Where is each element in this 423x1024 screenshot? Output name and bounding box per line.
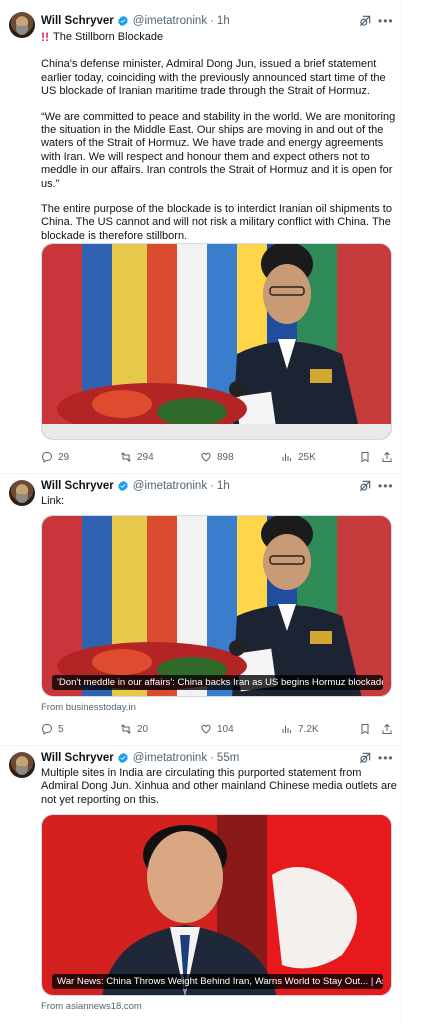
avatar[interactable] [9,12,35,38]
link-card-title: War News: China Throws Weight Behind Ira… [52,974,383,989]
repost-button[interactable]: 294 [120,449,154,465]
avatar[interactable] [9,752,35,778]
tweet-actions: 5 20 104 7.2K [41,721,397,737]
reply-button[interactable]: 5 [41,721,64,737]
heart-icon [201,724,211,734]
photo-chinese-leader [42,815,391,995]
tweet-paragraph: China's defense minister, Admiral Dong J… [41,58,386,98]
author-name[interactable]: Will Schryver [41,480,114,492]
share-button[interactable] [381,721,393,737]
verified-badge-icon [118,752,128,764]
reply-icon [41,724,52,735]
grok-icon[interactable] [358,751,372,765]
repost-button[interactable]: 20 [120,721,148,737]
timestamp[interactable]: 1h [217,480,230,492]
timestamp[interactable]: 55m [217,752,239,764]
tweet-header: Will Schryver @imetatronink · 1h [41,15,230,27]
author-handle[interactable]: @imetatronink [133,480,207,492]
like-button[interactable]: 898 [200,449,234,465]
like-count: 898 [217,451,234,463]
avatar[interactable] [9,480,35,506]
verified-badge-icon [118,480,128,492]
link-card-title: 'Don't meddle in our affairs': China bac… [52,675,383,690]
repost-icon [121,452,131,462]
tweet-text: Link: [41,495,65,507]
tweet-paragraph: “We are committed to peace and stability… [41,110,396,190]
author-name[interactable]: Will Schryver [41,752,114,764]
timestamp[interactable]: 1h [217,15,230,27]
tweet-photo[interactable] [41,243,392,440]
bookmark-button[interactable] [359,449,371,465]
tweet[interactable]: Will Schryver @imetatronink · 1h ••• !! … [0,0,402,474]
tweet-header: Will Schryver @imetatronink · 55m [41,752,240,764]
verified-badge-icon [118,15,128,27]
views-count: 25K [298,451,316,463]
tweet-actions: 29 294 898 25K [41,449,397,465]
link-card[interactable]: War News: China Throws Weight Behind Ira… [41,814,392,996]
more-options-icon[interactable]: ••• [378,14,394,28]
link-card[interactable]: 'Don't meddle in our affairs': China bac… [41,515,392,697]
tweet[interactable]: Will Schryver @imetatronink · 1h ••• Lin… [0,474,402,746]
scrollbar[interactable] [402,0,423,1024]
more-options-icon[interactable]: ••• [378,479,394,493]
bookmark-icon [361,452,369,463]
tweet-paragraph: The entire purpose of the blockade is to… [41,203,392,242]
author-name[interactable]: Will Schryver [41,15,114,27]
share-icon [382,723,392,734]
reply-icon [41,452,52,463]
author-handle[interactable]: @imetatronink [133,752,207,764]
photo-defense-minister [42,516,391,696]
share-button[interactable] [381,449,393,465]
double-exclamation-icon: !! [41,30,49,44]
tweet-header: Will Schryver @imetatronink · 1h [41,480,230,492]
share-icon [382,451,392,462]
reply-count: 29 [58,451,70,463]
repost-icon [121,724,131,734]
bookmark-icon [361,724,369,735]
bookmark-button[interactable] [359,721,371,737]
reply-button[interactable]: 29 [41,449,69,465]
heart-icon [201,452,211,462]
views-chart-icon [282,453,291,461]
views-count: 7.2K [298,723,319,735]
photo-defense-minister [42,244,391,439]
views-chart-icon [282,725,291,733]
tweet-text: Multiple sites in India are circulating … [41,767,397,806]
views-button[interactable]: 7.2K [281,721,319,737]
grok-icon[interactable] [358,479,372,493]
repost-count: 20 [137,723,149,735]
like-button[interactable]: 104 [200,721,234,737]
tweet-title: The Stillborn Blockade [53,31,164,43]
timeline-feed: Will Schryver @imetatronink · 1h ••• !! … [0,0,402,1024]
repost-count: 294 [137,451,154,463]
more-options-icon[interactable]: ••• [378,751,394,765]
like-count: 104 [217,723,234,735]
grok-icon[interactable] [358,14,372,28]
author-handle[interactable]: @imetatronink [133,15,207,27]
link-source[interactable]: From asiannews18.com [41,1001,142,1012]
link-source[interactable]: From businesstoday.in [41,702,136,713]
tweet[interactable]: Will Schryver @imetatronink · 55m ••• Mu… [0,746,402,1024]
tweet-text: !! The Stillborn Blockade China's defens… [41,30,397,243]
views-button[interactable]: 25K [281,449,316,465]
reply-count: 5 [58,723,64,735]
